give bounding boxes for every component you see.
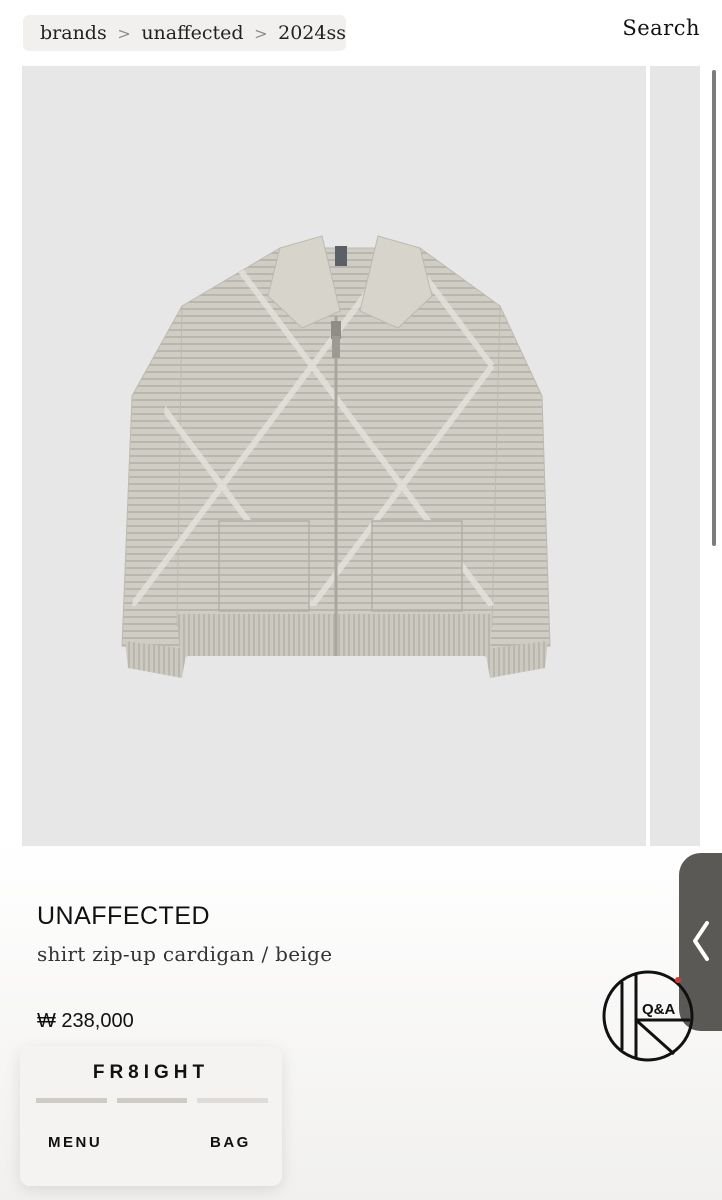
- next-image-preview[interactable]: [650, 66, 700, 846]
- bag-button[interactable]: BAG: [210, 1134, 251, 1151]
- product-price: ₩ 238,000: [37, 1010, 134, 1032]
- scrollbar[interactable]: [712, 70, 716, 546]
- breadcrumb-item-2024ss[interactable]: 2024ss: [278, 22, 346, 44]
- product-image: [121, 235, 551, 678]
- chevron-left-icon: [693, 921, 709, 961]
- search-button[interactable]: Search: [622, 16, 700, 40]
- store-logo[interactable]: FR8IGHT: [20, 1062, 282, 1084]
- breadcrumb: brands > unaffected > 2024ss: [23, 15, 346, 51]
- product-name: shirt zip-up cardigan / beige: [37, 942, 333, 966]
- scroll-progress: [36, 1098, 269, 1103]
- product-brand: UNAFFECTED: [37, 902, 211, 930]
- qa-badge-icon[interactable]: Q&A: [602, 970, 694, 1062]
- chevron-right-icon: >: [117, 23, 131, 43]
- breadcrumb-item-brands[interactable]: brands: [40, 22, 107, 44]
- qa-badge-label: Q&A: [642, 1001, 676, 1018]
- product-image-gallery[interactable]: [22, 66, 646, 846]
- chevron-right-icon: >: [254, 23, 268, 43]
- breadcrumb-item-unaffected[interactable]: unaffected: [141, 22, 243, 44]
- bottom-nav: FR8IGHT MENU BAG: [20, 1046, 282, 1186]
- menu-button[interactable]: MENU: [48, 1134, 102, 1151]
